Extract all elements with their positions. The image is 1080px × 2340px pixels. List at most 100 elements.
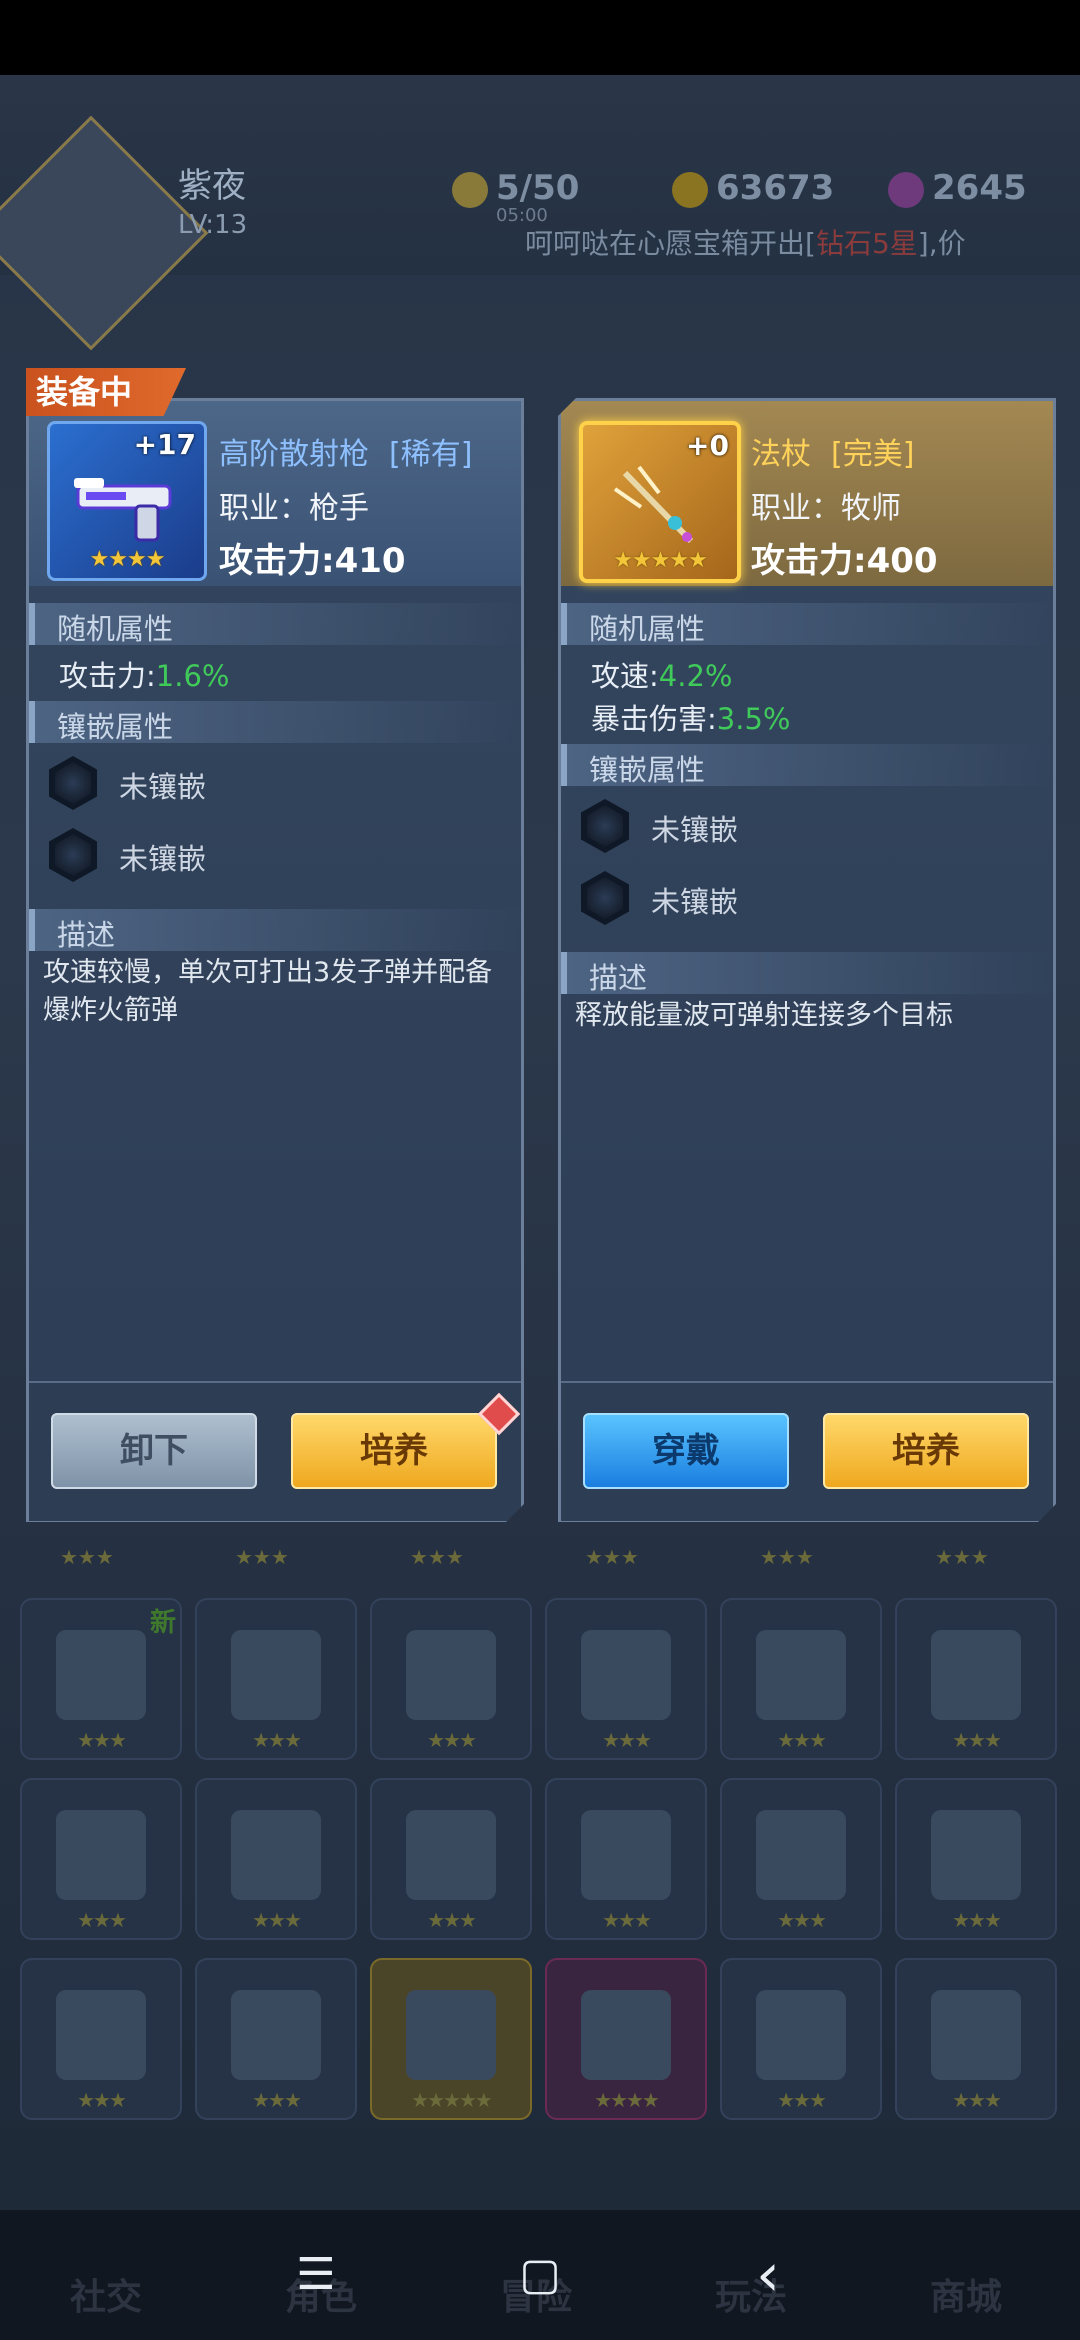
energy-counter[interactable]: 5/50 [452, 168, 579, 208]
card-button-bar: 穿戴 培养 [561, 1381, 1053, 1521]
star-rating: ★★★ [602, 1908, 652, 1932]
star-rating: ★★★ [427, 1908, 477, 1932]
home-icon[interactable]: ▢ [510, 2245, 570, 2305]
section-description: 描述 [29, 909, 527, 951]
equipped-item-card: +17 ★★★★ 高阶散射枪 [稀有] 职业：枪手 攻击力:410 随机属性 攻击… [26, 398, 524, 1522]
equipped-tag: 装备中 [26, 368, 186, 416]
star-rating: ★★★ [252, 2088, 302, 2112]
inventory-slot[interactable]: ★★★ [370, 1778, 532, 1940]
star-rating: ★★★ [410, 1545, 464, 1569]
enhance-level: +17 [133, 428, 196, 461]
item-description: 释放能量波可弹射连接多个目标 [575, 1000, 953, 1031]
inventory-slot[interactable]: ★★★ [895, 1958, 1057, 2120]
hexagon-socket-icon [581, 871, 629, 925]
section-title: 描述 [589, 961, 648, 995]
train-button[interactable]: 培养 [823, 1413, 1029, 1489]
attr-value: 1.6% [155, 659, 230, 693]
inventory-slot[interactable]: ★★★★ [545, 1958, 707, 2120]
section-random-attrs: 随机属性 [29, 603, 527, 645]
item-rarity: [稀有] [389, 437, 473, 472]
item-name-text: 高阶散射枪 [219, 437, 369, 472]
section-title: 随机属性 [589, 612, 706, 646]
gem-slot-label: 未镶嵌 [119, 770, 207, 804]
item-name: 法杖 [完美] [751, 429, 914, 473]
hexagon-socket-icon [49, 828, 97, 882]
item-icon-frame: +17 ★★★★ [47, 421, 207, 581]
inventory-slot[interactable]: ★★★ [895, 1598, 1057, 1760]
energy-value: 5/50 [496, 168, 580, 208]
gold-counter[interactable]: 63673 [672, 168, 834, 208]
attr-label: 攻速: [591, 659, 659, 693]
inventory-slot[interactable]: ★★★ [545, 1778, 707, 1940]
gem-slot-label: 未镶嵌 [651, 885, 739, 919]
item-header: +17 ★★★★ 高阶散射枪 [稀有] 职业：枪手 攻击力:410 [29, 401, 521, 586]
inventory-row-partial: ★★★ ★★★ ★★★ ★★★ ★★★ ★★★ [20, 1545, 1070, 1575]
item-header: +0 ★★★★★ 法杖 [完美] 职业：牧师 攻击力:400 [561, 401, 1053, 586]
star-rating: ★★★ [777, 1728, 827, 1752]
star-rating: ★★★★★ [613, 548, 707, 573]
inventory-slot[interactable]: ★★★ [720, 1598, 882, 1760]
gem-slot-label: 未镶嵌 [119, 842, 207, 876]
section-title: 描述 [57, 918, 116, 952]
wear-button[interactable]: 穿戴 [583, 1413, 789, 1489]
item-icon [231, 1810, 321, 1900]
shotgun-icon [72, 458, 180, 548]
inventory-slot[interactable]: ★★★ [895, 1778, 1057, 1940]
item-icon-frame: +0 ★★★★★ [579, 421, 741, 583]
inventory-slot[interactable]: ★★★ [370, 1598, 532, 1760]
item-icon [756, 1810, 846, 1900]
item-class: 职业：牧师 [751, 491, 901, 526]
item-icon [756, 1630, 846, 1720]
item-icon [581, 1630, 671, 1720]
broadcast-ticker: 呵呵哒在心愿宝箱开出[钻石5星],价 [525, 222, 966, 262]
unequip-button[interactable]: 卸下 [51, 1413, 257, 1489]
item-icon [931, 1990, 1021, 2080]
attr-label: 暴击伤害: [591, 702, 717, 736]
section-gem-attrs: 镶嵌属性 [561, 744, 1059, 786]
item-rarity: [完美] [831, 437, 915, 472]
item-attack: 攻击力:400 [751, 541, 938, 581]
random-attr: 攻击力:1.6% [59, 653, 229, 695]
ticker-text-prefix: 呵呵哒在心愿宝箱开出[ [525, 227, 816, 260]
inventory-slot[interactable]: ★★★ 新 [20, 1598, 182, 1760]
star-rating: ★★★ [602, 1728, 652, 1752]
attr-value: 4.2% [658, 659, 733, 693]
star-rating: ★★★ [60, 1545, 114, 1569]
inventory-slot[interactable]: ★★★ [545, 1598, 707, 1760]
gold-coin-icon [672, 171, 708, 208]
star-rating: ★★★ [252, 1728, 302, 1752]
section-random-attrs: 随机属性 [561, 603, 1059, 645]
train-button[interactable]: 培养 [291, 1413, 497, 1489]
inventory-slot[interactable]: ★★★ [20, 1958, 182, 2120]
card-button-bar: 卸下 培养 [29, 1381, 521, 1521]
hexagon-socket-icon [581, 799, 629, 853]
inventory-slot[interactable]: ★★★ [720, 1958, 882, 2120]
inventory-slot[interactable]: ★★★ [195, 1598, 357, 1760]
diamond-icon [888, 171, 924, 208]
inventory-slot[interactable]: ★★★ [195, 1958, 357, 2120]
gold-value: 63673 [716, 168, 835, 208]
inventory-slot[interactable]: ★★★ [195, 1778, 357, 1940]
item-icon [931, 1810, 1021, 1900]
section-title: 镶嵌属性 [57, 710, 174, 744]
star-rating: ★★★ [760, 1545, 814, 1569]
star-rating: ★★★ [235, 1545, 289, 1569]
back-icon[interactable]: ‹ [738, 2245, 798, 2305]
menu-icon[interactable]: ☰ [286, 2245, 346, 2305]
item-icon [581, 1990, 671, 2080]
section-gem-attrs: 镶嵌属性 [29, 701, 527, 743]
item-icon [56, 1990, 146, 2080]
inventory-slot[interactable]: ★★★ [20, 1778, 182, 1940]
attr-label: 攻击力: [59, 659, 156, 693]
inventory-slot[interactable]: ★★★★★ [370, 1958, 532, 2120]
item-class: 职业：枪手 [219, 491, 369, 526]
star-rating: ★★★ [585, 1545, 639, 1569]
staff-icon [605, 459, 713, 549]
item-icon [931, 1630, 1021, 1720]
star-rating: ★★★ [77, 1728, 127, 1752]
inventory-slot[interactable]: ★★★ [720, 1778, 882, 1940]
item-icon [406, 1810, 496, 1900]
gem-counter[interactable]: 2645 [888, 168, 1027, 208]
star-rating: ★★★ [427, 1728, 477, 1752]
item-icon [231, 1630, 321, 1720]
